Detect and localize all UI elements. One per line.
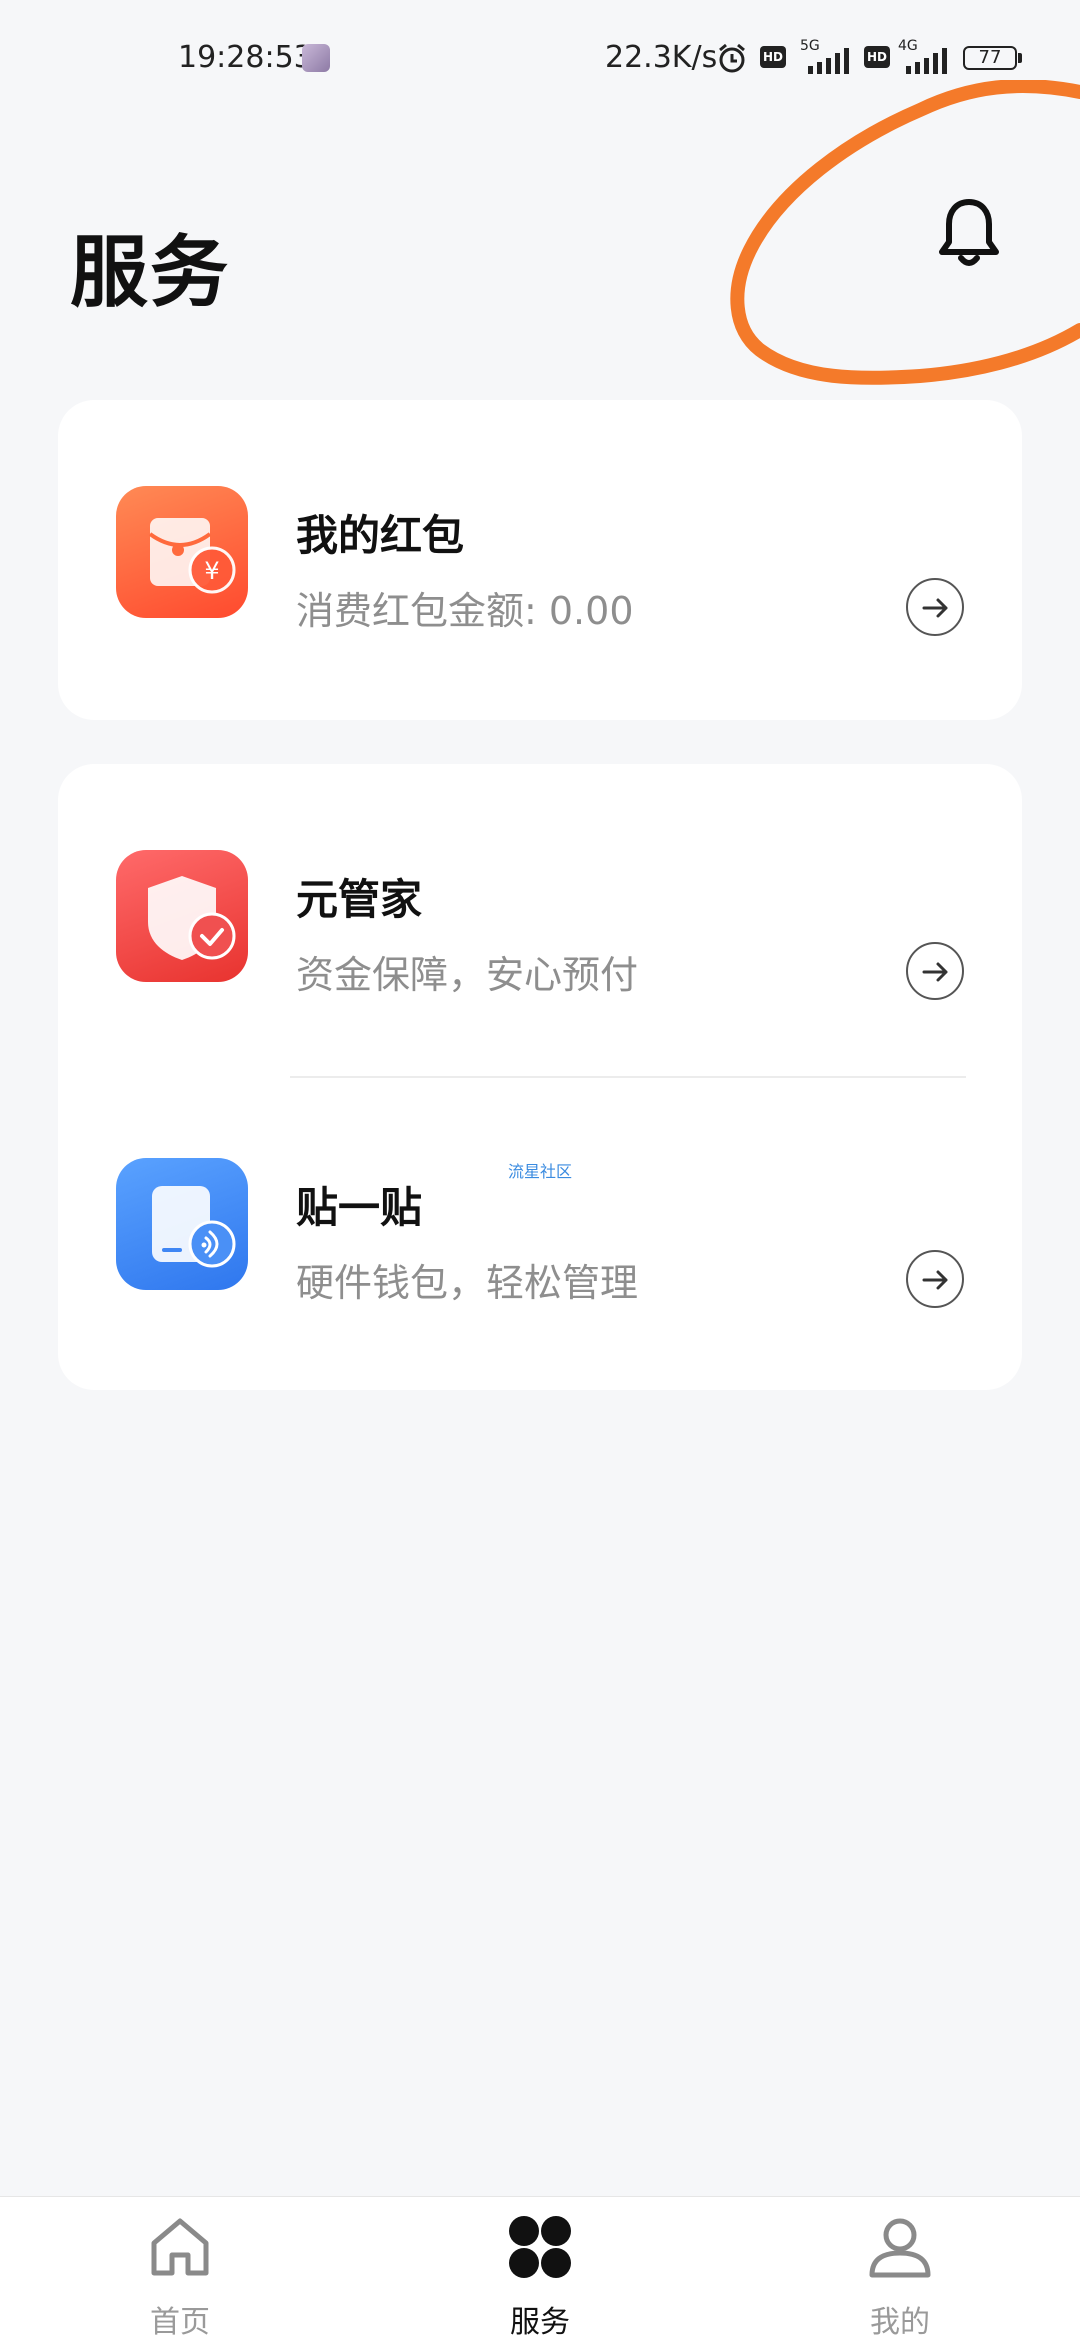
yuan-guanjia-arrow-button[interactable] xyxy=(906,942,964,1000)
network-speed: 22.3K/s xyxy=(605,40,718,75)
battery-tip xyxy=(1018,53,1022,63)
arrow-right-icon xyxy=(922,598,948,618)
hd-badge-2: HD xyxy=(864,46,890,68)
divider xyxy=(290,1076,966,1078)
notification-avatar-icon xyxy=(302,44,330,72)
yuan-guanjia-title: 元管家 xyxy=(296,875,423,924)
bell-icon[interactable] xyxy=(936,196,1002,272)
arrow-right-icon xyxy=(922,962,948,982)
yuan-guanjia-subtitle: 资金保障，安心预付 xyxy=(296,953,639,997)
red-packet-item[interactable]: ¥ 我的红包 消费红包金额: 0.00 xyxy=(58,460,1022,660)
arrow-right-icon xyxy=(922,1270,948,1290)
red-packet-subtitle: 消费红包金额: 0.00 xyxy=(296,589,634,633)
orange-annotation-circle xyxy=(730,80,1080,385)
tie-yi-tie-arrow-button[interactable] xyxy=(906,1250,964,1308)
signal-icon-2 xyxy=(906,48,947,74)
nav-item-mine[interactable]: 我的 xyxy=(800,2197,1000,2341)
home-icon xyxy=(151,2218,209,2276)
signal-icon xyxy=(808,48,849,74)
shield-icon xyxy=(116,850,248,982)
yuan-guanjia-item[interactable]: 元管家 资金保障，安心预付 xyxy=(58,824,1022,1024)
red-packet-title: 我的红包 xyxy=(296,511,465,560)
grid-icon xyxy=(509,2216,571,2278)
hd-badge: HD xyxy=(760,46,786,68)
svg-text:¥: ¥ xyxy=(204,557,219,585)
red-packet-icon: ¥ xyxy=(116,486,248,618)
tie-yi-tie-title: 贴一贴 xyxy=(296,1183,423,1232)
nfc-card-icon xyxy=(116,1158,248,1290)
status-bar: 19:28:53 22.3K/s HD 5G HD 4G 77 xyxy=(0,0,1080,120)
nav-label-services: 服务 xyxy=(510,2305,570,2340)
nav-item-home[interactable]: 首页 xyxy=(80,2197,280,2341)
battery-icon: 77 xyxy=(963,46,1017,70)
nav-label-mine: 我的 xyxy=(870,2305,930,2340)
status-time: 19:28:53 xyxy=(178,40,313,75)
person-icon xyxy=(869,2218,931,2278)
red-packet-arrow-button[interactable] xyxy=(906,578,964,636)
watermark-text: 流星社区 xyxy=(508,1162,573,1181)
page-title: 服务 xyxy=(70,228,231,318)
services-card: 元管家 资金保障，安心预付 贴一贴 硬件钱包，轻松管理 xyxy=(58,764,1022,1390)
nav-label-home: 首页 xyxy=(150,2305,210,2340)
bottom-nav: 首页 服务 我的 xyxy=(0,2196,1080,2341)
red-packet-card[interactable]: ¥ 我的红包 消费红包金额: 0.00 xyxy=(58,400,1022,720)
alarm-icon xyxy=(719,43,745,73)
nav-item-services[interactable]: 服务 xyxy=(440,2197,640,2341)
tie-yi-tie-subtitle: 硬件钱包，轻松管理 xyxy=(296,1261,639,1305)
